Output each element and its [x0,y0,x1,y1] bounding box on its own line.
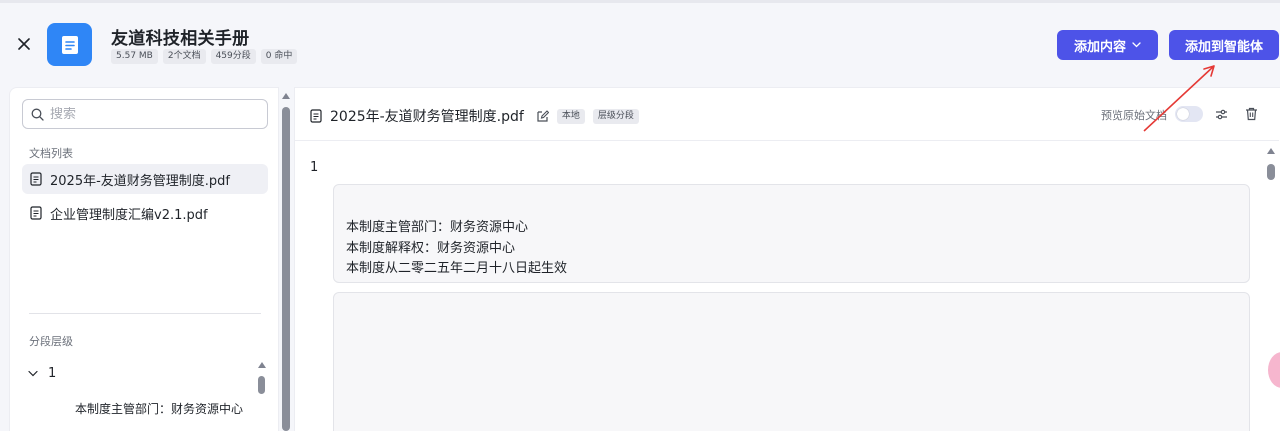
tree-node[interactable]: 1 [28,366,56,381]
stat-size: 5.57 MB [111,49,158,64]
doc-list-label: 文档列表 [29,147,73,160]
doc-list-item-label: 企业管理制度汇编v2.1.pdf [50,207,208,223]
tree-scrollbar[interactable] [256,362,268,431]
top-border [0,0,1280,3]
knowledge-base-title: 友道科技相关手册 [111,29,250,49]
document-icon [30,206,42,220]
viewer-scrollbar[interactable] [1265,146,1277,431]
knowledge-base-icon [47,23,92,66]
segment-number: 1 [310,160,319,175]
doc-list-item-label: 2025年-友道财务管理制度.pdf [50,173,230,189]
stat-doc-count: 2个文档 [162,49,206,64]
search-box[interactable] [22,99,268,129]
scrollbar-thumb[interactable] [258,376,265,394]
sidebar-scrollbar[interactable] [280,91,292,431]
add-to-agent-label: 添加到智能体 [1184,39,1263,55]
document-sidebar: 文档列表 2025年-友道财务管理制度.pdf 企业管理制度汇编v2.1.pdf… [9,87,279,431]
search-input[interactable] [50,106,250,122]
document-viewer: 2025年-友道财务管理制度.pdf 本地 层级分段 预览原始文档 1 本制度主… [294,87,1280,431]
document-title-row: 2025年-友道财务管理制度.pdf 本地 层级分段 [310,106,639,126]
edit-icon[interactable] [536,109,549,123]
doc-list-item[interactable]: 企业管理制度汇编v2.1.pdf [22,198,268,228]
preview-original-toggle[interactable] [1175,106,1203,122]
stat-segment-count: 459分段 [210,49,256,64]
tag-segment-mode: 层级分段 [592,108,639,124]
document-icon [310,109,322,123]
scroll-up-arrow[interactable] [1267,148,1275,154]
doc-list-item-active[interactable]: 2025年-友道财务管理制度.pdf [22,164,268,194]
add-content-label: 添加内容 [1073,39,1126,55]
segment-card[interactable] [333,292,1250,431]
trash-icon [1245,107,1257,121]
segment-text-line: 本制度从二零二五年二月十八日起生效 [346,261,568,276]
segment-text-line: 本制度主管部门：财务资源中心 [346,220,529,235]
tag-source: 本地 [556,108,585,124]
tree-child-item[interactable]: 本制度主管部门：财务资源中心 [75,400,250,417]
stat-hit-count: 0 命中 [260,49,298,64]
document-icon [30,172,42,186]
search-icon [31,108,44,121]
toggle-knob [1177,108,1189,120]
segment-settings-button[interactable] [1213,106,1229,122]
scrollbar-thumb[interactable] [282,107,290,431]
segment-card[interactable]: 本制度主管部门：财务资源中心 本制度解释权：财务资源中心 本制度从二零二五年二月… [333,184,1250,283]
file-icon [61,35,78,54]
delete-button[interactable] [1243,106,1259,122]
segment-level-label: 分段层级 [29,335,73,348]
close-icon [18,38,30,50]
add-to-agent-button[interactable]: 添加到智能体 [1169,30,1279,60]
sidebar-divider [29,313,261,314]
scrollbar-thumb[interactable] [1267,164,1275,180]
scroll-up-arrow[interactable] [258,362,266,368]
scroll-up-arrow[interactable] [282,93,290,99]
preview-original-label: 预览原始文档 [1101,109,1167,122]
chevron-down-icon[interactable] [28,370,38,377]
document-header: 2025年-友道财务管理制度.pdf 本地 层级分段 预览原始文档 [295,88,1279,141]
chevron-down-icon [1132,42,1141,48]
segment-text-line: 本制度解释权：财务资源中心 [346,241,516,256]
stats-row: 5.57 MB 2个文档 459分段 0 命中 [111,49,298,64]
close-button[interactable] [14,34,34,54]
add-content-button[interactable]: 添加内容 [1057,30,1158,60]
document-name: 2025年-友道财务管理制度.pdf [330,109,524,125]
settings-sliders-icon [1215,109,1227,119]
tree-node-label: 1 [48,366,57,381]
